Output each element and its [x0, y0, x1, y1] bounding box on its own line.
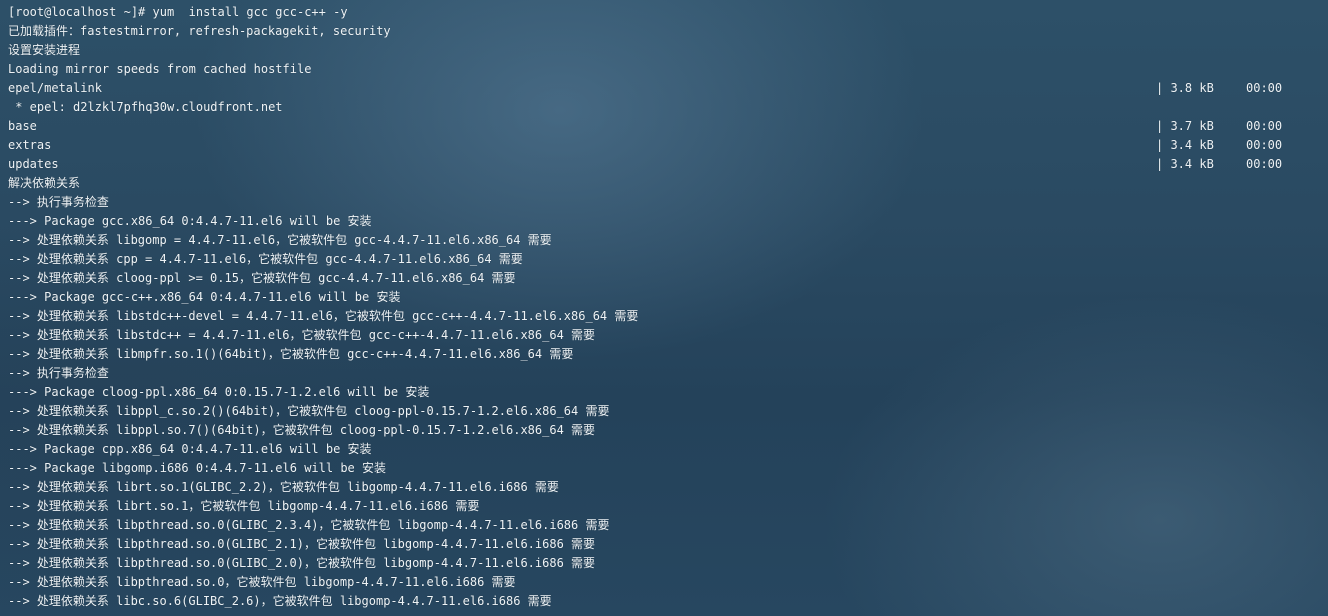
terminal-line: ---> Package cloog-ppl.x86_64 0:0.15.7-1…	[8, 383, 1320, 402]
terminal-line-text: ---> Package cpp.x86_64 0:4.4.7-11.el6 w…	[8, 442, 372, 456]
terminal-line-text: ---> Package libgomp.i686 0:4.4.7-11.el6…	[8, 461, 387, 475]
terminal-line: 设置安装进程	[8, 41, 1320, 60]
terminal-line-text: epel/metalink	[8, 81, 102, 95]
terminal-line: --> 处理依赖关系 librt.so.1，它被软件包 libgomp-4.4.…	[8, 497, 1320, 516]
terminal-line-text: --> 处理依赖关系 libstdc++ = 4.4.7-11.el6，它被软件…	[8, 328, 596, 342]
terminal-line-text: --> 处理依赖关系 libppl_c.so.2()(64bit)，它被软件包 …	[8, 404, 610, 418]
terminal-line: --> 处理依赖关系 libgomp = 4.4.7-11.el6，它被软件包 …	[8, 231, 1320, 250]
terminal-line-text: ---> Package gcc.x86_64 0:4.4.7-11.el6 w…	[8, 214, 372, 228]
terminal-line-text: --> 处理依赖关系 libpthread.so.0(GLIBC_2.0)，它被…	[8, 556, 596, 570]
download-time: 00:00	[1246, 138, 1283, 152]
terminal-line: updates | 3.4 kB 00:00	[8, 155, 1320, 174]
terminal-line: --> 处理依赖关系 libc.so.6(GLIBC_2.6)，它被软件包 li…	[8, 592, 1320, 611]
terminal-line-text: --> 处理依赖关系 libgomp = 4.4.7-11.el6，它被软件包 …	[8, 233, 552, 247]
download-time: 00:00	[1246, 119, 1283, 133]
download-size: | 3.4 kB	[1156, 138, 1214, 152]
terminal-line: ---> Package gcc.x86_64 0:4.4.7-11.el6 w…	[8, 212, 1320, 231]
terminal-line-text: ---> Package gcc-c++.x86_64 0:4.4.7-11.e…	[8, 290, 401, 304]
terminal-line: --> 处理依赖关系 libpthread.so.0(GLIBC_2.0)，它被…	[8, 554, 1320, 573]
download-size: | 3.8 kB	[1156, 81, 1214, 95]
terminal-line-text: --> 处理依赖关系 libpthread.so.0，它被软件包 libgomp…	[8, 575, 516, 589]
terminal-line: ---> Package cpp.x86_64 0:4.4.7-11.el6 w…	[8, 440, 1320, 459]
terminal-line: ---> Package gcc-c++.x86_64 0:4.4.7-11.e…	[8, 288, 1320, 307]
download-time: 00:00	[1246, 81, 1283, 95]
terminal-line-text: [root@localhost ~]# yum install gcc gcc-…	[8, 5, 348, 19]
terminal-line-text: --> 执行事务检查	[8, 366, 109, 380]
download-time: 00:00	[1246, 157, 1283, 171]
terminal-line-text: --> 处理依赖关系 cloog-ppl >= 0.15，它被软件包 gcc-4…	[8, 271, 516, 285]
terminal-line-text: updates	[8, 157, 59, 171]
terminal-line-text: 设置安装进程	[8, 43, 81, 57]
terminal-line-text: --> 处理依赖关系 libc.so.6(GLIBC_2.6)，它被软件包 li…	[8, 594, 552, 608]
terminal-line-text: extras	[8, 138, 52, 152]
terminal-line-text: --> 处理依赖关系 libpthread.so.0(GLIBC_2.1)，它被…	[8, 537, 596, 551]
terminal-line: --> 处理依赖关系 libstdc++ = 4.4.7-11.el6，它被软件…	[8, 326, 1320, 345]
terminal-line: --> 执行事务检查	[8, 364, 1320, 383]
terminal-line-text: --> 处理依赖关系 libpthread.so.0(GLIBC_2.3.4)，…	[8, 518, 610, 532]
terminal-line-text: --> 处理依赖关系 librt.so.1(GLIBC_2.2)，它被软件包 l…	[8, 480, 559, 494]
terminal-line: ---> Package libgomp.i686 0:4.4.7-11.el6…	[8, 459, 1320, 478]
terminal-line: --> 处理依赖关系 libppl.so.7()(64bit)，它被软件包 cl…	[8, 421, 1320, 440]
terminal-line: --> 处理依赖关系 libpthread.so.0(GLIBC_2.3.4)，…	[8, 516, 1320, 535]
terminal-line: --> 处理依赖关系 libpthread.so.0(GLIBC_2.1)，它被…	[8, 535, 1320, 554]
terminal-line: [root@localhost ~]# yum install gcc gcc-…	[8, 3, 1320, 22]
terminal-line: --> 处理依赖关系 libppl_c.so.2()(64bit)，它被软件包 …	[8, 402, 1320, 421]
terminal-line: --> 处理依赖关系 librt.so.1(GLIBC_2.2)，它被软件包 l…	[8, 478, 1320, 497]
terminal-line: --> 处理依赖关系 cpp = 4.4.7-11.el6，它被软件包 gcc-…	[8, 250, 1320, 269]
terminal-line: epel/metalink | 3.8 kB 00:00	[8, 79, 1320, 98]
terminal-line-text: --> 处理依赖关系 libmpfr.so.1()(64bit)，它被软件包 g…	[8, 347, 574, 361]
terminal-line: Loading mirror speeds from cached hostfi…	[8, 60, 1320, 79]
terminal-line: extras | 3.4 kB 00:00	[8, 136, 1320, 155]
terminal-line-text: 解决依赖关系	[8, 176, 81, 190]
download-size: | 3.7 kB	[1156, 119, 1214, 133]
terminal-line-text: base	[8, 119, 37, 133]
terminal-line-text: --> 处理依赖关系 libppl.so.7()(64bit)，它被软件包 cl…	[8, 423, 596, 437]
terminal-line: 解决依赖关系	[8, 174, 1320, 193]
terminal-line: --> 执行事务检查	[8, 193, 1320, 212]
terminal-line-text: Loading mirror speeds from cached hostfi…	[8, 62, 312, 76]
terminal-line-text: ---> Package cloog-ppl.x86_64 0:0.15.7-1…	[8, 385, 430, 399]
terminal-line: 已加载插件：fastestmirror, refresh-packagekit,…	[8, 22, 1320, 41]
terminal-line: --> 处理依赖关系 cloog-ppl >= 0.15，它被软件包 gcc-4…	[8, 269, 1320, 288]
terminal-line: --> 处理依赖关系 libmpfr.so.1()(64bit)，它被软件包 g…	[8, 345, 1320, 364]
terminal-line-text: --> 处理依赖关系 cpp = 4.4.7-11.el6，它被软件包 gcc-…	[8, 252, 523, 266]
terminal-line: --> 处理依赖关系 libstdc++-devel = 4.4.7-11.el…	[8, 307, 1320, 326]
terminal-line-text: --> 处理依赖关系 librt.so.1，它被软件包 libgomp-4.4.…	[8, 499, 480, 513]
terminal-line: * epel: d2lzkl7pfhq30w.cloudfront.net	[8, 98, 1320, 117]
terminal-line-text: --> 执行事务检查	[8, 195, 109, 209]
terminal-line: base | 3.7 kB 00:00	[8, 117, 1320, 136]
download-size: | 3.4 kB	[1156, 157, 1214, 171]
terminal-line: --> 处理依赖关系 libpthread.so.0，它被软件包 libgomp…	[8, 573, 1320, 592]
terminal-lines: [root@localhost ~]# yum install gcc gcc-…	[8, 3, 1320, 611]
terminal-line-text: --> 处理依赖关系 libstdc++-devel = 4.4.7-11.el…	[8, 309, 639, 323]
terminal-line-text: * epel: d2lzkl7pfhq30w.cloudfront.net	[8, 100, 283, 114]
terminal-line-text: 已加载插件：fastestmirror, refresh-packagekit,…	[8, 24, 391, 38]
terminal-output[interactable]: [root@localhost ~]# yum install gcc gcc-…	[0, 0, 1328, 616]
